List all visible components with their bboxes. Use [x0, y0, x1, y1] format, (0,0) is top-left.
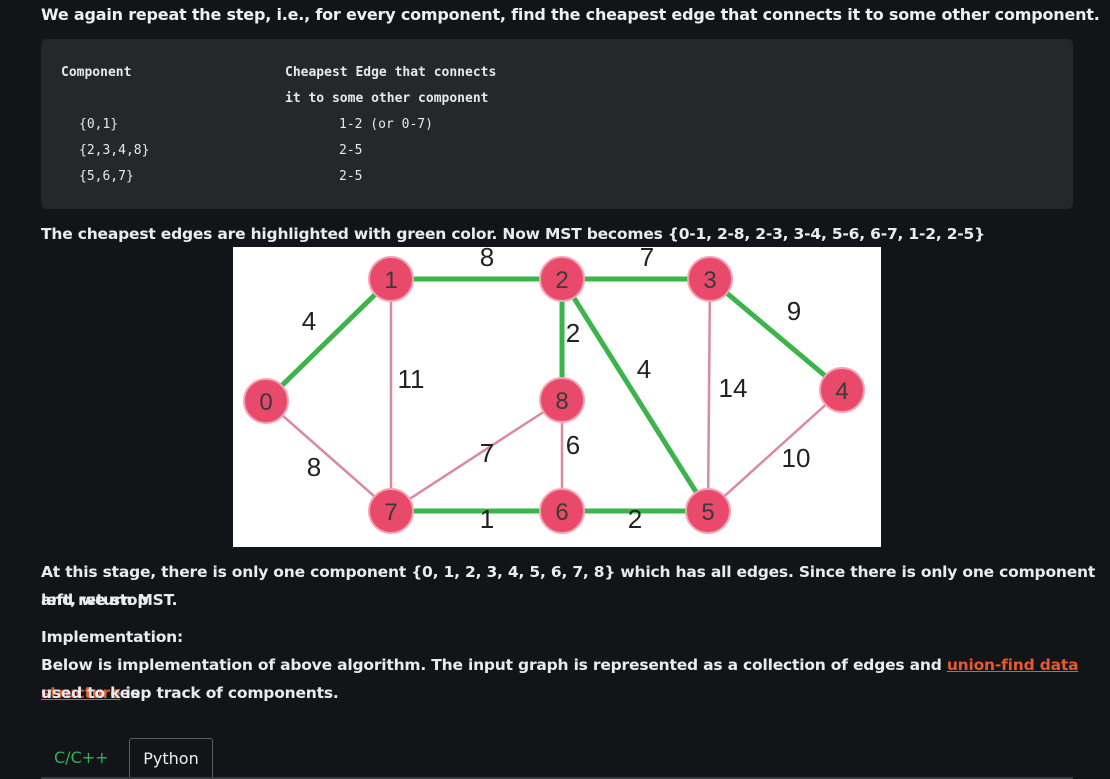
graph-node-label: 4 — [835, 378, 848, 405]
graph-node-label: 5 — [701, 499, 714, 526]
stage-text: At this stage, there is only one compone… — [41, 563, 1096, 609]
implementation-heading: Implementation: — [41, 628, 184, 646]
edge-weight-label: 1 — [480, 504, 494, 534]
graph-node-label: 1 — [384, 267, 397, 294]
implementation-text-before: Below is implementation of above algorit… — [41, 656, 947, 674]
table-header-edge-line2: it to some other component — [285, 91, 489, 106]
table-row-edge: 2-5 — [339, 169, 363, 184]
edge-weight-label: 8 — [307, 452, 321, 482]
edge-3-5 — [706, 278, 712, 512]
highlight-text: The cheapest edges are highlighted with … — [41, 225, 985, 243]
mst-graph-figure: 4 8 7 9 2 4 1 2 8 11 7 6 14 10 0 1 2 3 4 5 6 7 8 — [233, 247, 881, 547]
edge-weight-label: 4 — [637, 354, 651, 384]
mst-graph: 4 8 7 9 2 4 1 2 8 11 7 6 14 10 0 1 2 3 4 5 6 7 8 — [243, 247, 865, 534]
edge-weight-label: 10 — [782, 443, 811, 473]
edge-4-5 — [707, 389, 843, 512]
edge-weight-label: 14 — [719, 373, 748, 403]
table-row-component: {0,1} — [79, 117, 119, 132]
table-row-component: {5,6,7} — [79, 169, 134, 184]
tab-python[interactable]: Python — [129, 738, 213, 778]
table-row-edge: 2-5 — [339, 143, 363, 158]
graph-node-label: 6 — [555, 499, 568, 526]
edge-weight-label: 2 — [628, 504, 642, 534]
tab-c-cpp[interactable]: C/C++ — [41, 738, 129, 778]
edge-weight-label: 2 — [566, 318, 580, 348]
graph-node-label: 0 — [259, 389, 272, 416]
table-header-edge-line1: Cheapest Edge that connects — [285, 65, 497, 80]
graph-node-label: 3 — [703, 267, 716, 294]
edge-0-1 — [264, 277, 393, 403]
graph-node-label: 7 — [384, 499, 397, 526]
edge-weight-label: 7 — [640, 247, 654, 272]
edge-weight-label: 6 — [566, 430, 580, 460]
graph-node-label: 8 — [555, 388, 568, 415]
edge-weight-label: 9 — [787, 296, 801, 326]
edge-0-7 — [265, 400, 392, 512]
edge-weight-label: 8 — [480, 247, 494, 272]
edge-weight-label: 11 — [398, 364, 425, 394]
stage-text-continued: and return MST. — [41, 591, 178, 609]
graph-node-label: 2 — [555, 267, 568, 294]
components-table: Component Cheapest Edge that connects it… — [41, 39, 1073, 209]
implementation-text-continued: used to keep track of components. — [41, 684, 339, 702]
table-row-edge: 1-2 (or 0-7) — [339, 117, 433, 132]
table-header-component: Component — [61, 65, 132, 80]
edge-7-8 — [390, 398, 563, 513]
edge-weight-label: 4 — [302, 306, 316, 336]
intro-text: We again repeat the step, i.e., for ever… — [41, 5, 1100, 24]
edge-weight-label: 7 — [480, 438, 494, 468]
table-row-component: {2,3,4,8} — [79, 143, 150, 158]
